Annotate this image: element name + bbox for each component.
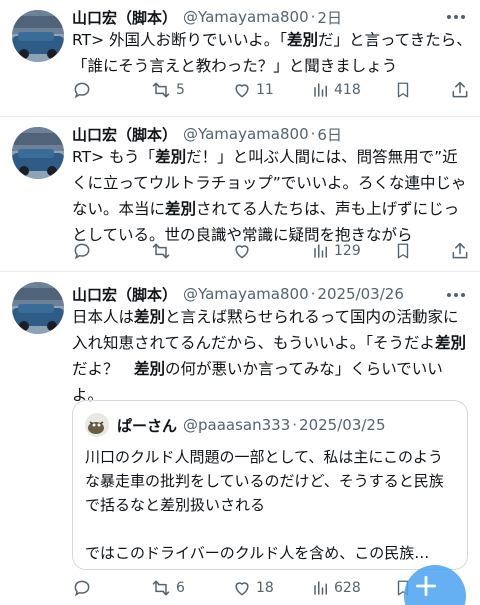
text-segment: だよ？ — [72, 360, 135, 378]
views-count: 628 — [334, 580, 361, 596]
avatar-image — [12, 127, 64, 179]
quoted-paragraph: 川口のクルド人問題の一部として、私は主にこのような暴走車の批判をしているのだけど… — [85, 448, 444, 514]
text-segment: 日本人は — [72, 308, 135, 326]
tweet-text: RT> もう「差別だ！」と叫ぶ人間には、問答無用で”近くに立ってウルトラチョップ… — [72, 144, 472, 248]
separator-dot: · — [310, 8, 316, 26]
more-icon — [447, 293, 451, 297]
retweet-button[interactable] — [150, 241, 176, 261]
like-icon — [235, 245, 249, 259]
like-button[interactable]: 18 — [232, 578, 274, 598]
quoted-paragraph: ではこのドライバーのクルド人を含め、この民族… — [85, 544, 430, 562]
timestamp[interactable]: 2025/03/26 — [317, 285, 403, 303]
share-button[interactable] — [450, 241, 470, 261]
highlighted-term: 差別 — [134, 308, 166, 326]
text-segment: RT> もう「 — [72, 148, 156, 166]
views-icon — [314, 244, 327, 258]
text-segment: RT> 外国人お断りでいいよ。「 — [72, 31, 287, 49]
retweet-icon — [152, 580, 170, 596]
tweet-header: 山口宏（脚本） @Yamayama800 · 6日 — [72, 123, 342, 145]
highlighted-term: 差別 — [165, 200, 197, 218]
reply-button[interactable] — [72, 80, 96, 100]
like-count: 18 — [256, 580, 274, 596]
share-button[interactable] — [450, 80, 470, 100]
author-name[interactable]: 山口宏（脚本） — [72, 124, 177, 145]
like-icon — [235, 84, 249, 98]
tweet-text: RT> 外国人お断りでいいよ。「差別だ」と言ってきたら、「誰にそう言えと教わった… — [72, 27, 472, 79]
bookmark-icon — [397, 82, 409, 98]
highlighted-term: 差別 — [134, 360, 166, 378]
highlighted-term: 差別 — [286, 31, 318, 49]
reply-icon — [74, 580, 90, 597]
avatar[interactable] — [12, 10, 64, 62]
quoted-author-handle[interactable]: @paaasan333 — [183, 416, 290, 434]
like-button[interactable] — [232, 241, 256, 261]
avatar-image — [12, 10, 64, 62]
separator-dot: · — [310, 285, 316, 303]
tweet-text: 日本人は差別と言えば黙らせられるって国内の活動家に入れ知恵されてるんだから、もう… — [72, 304, 472, 408]
bookmark-button[interactable] — [394, 80, 412, 100]
separator-dot: · — [292, 416, 298, 434]
reply-icon — [74, 243, 90, 260]
quoted-author-name[interactable]: ぱーさん — [117, 415, 177, 436]
reply-icon — [74, 82, 90, 99]
views-button[interactable]: 418 — [312, 80, 361, 100]
quoted-timestamp[interactable]: 2025/03/25 — [299, 416, 385, 434]
views-count: 418 — [334, 82, 361, 98]
views-button[interactable]: 129 — [312, 241, 361, 261]
more-icon — [447, 15, 451, 19]
views-icon — [314, 581, 327, 595]
timestamp[interactable]: 6日 — [317, 124, 342, 145]
highlighted-term: 差別 — [435, 334, 467, 352]
avatar[interactable] — [12, 127, 64, 179]
quoted-tweet-header: ぱーさん @paaasan333 · 2025/03/25 — [85, 413, 386, 437]
share-icon — [452, 81, 468, 98]
retweet-icon — [152, 243, 170, 259]
quoted-avatar — [85, 413, 109, 437]
timestamp[interactable]: 2日 — [317, 7, 342, 28]
tweet[interactable]: 山口宏（脚本） @Yamayama800 · 2日 RT> 外国人お断りでいいよ… — [0, 0, 480, 117]
share-icon — [452, 242, 468, 259]
author-handle[interactable]: @Yamayama800 — [183, 125, 309, 143]
like-button[interactable]: 11 — [232, 80, 274, 100]
tweet-header: 山口宏（脚本） @Yamayama800 · 2日 — [72, 6, 342, 28]
avatar-image — [12, 282, 64, 334]
author-name[interactable]: 山口宏（脚本） — [72, 284, 177, 305]
bookmark-button[interactable] — [394, 241, 412, 261]
avatar[interactable] — [12, 282, 64, 334]
views-icon — [314, 83, 327, 97]
retweet-count: 5 — [176, 82, 185, 98]
tweet[interactable]: 山口宏（脚本） @Yamayama800 · 2025/03/26 日本人は差別… — [0, 272, 480, 605]
highlighted-term: 差別 — [155, 148, 187, 166]
views-count: 129 — [334, 243, 361, 259]
tweet-header: 山口宏（脚本） @Yamayama800 · 2025/03/26 — [72, 283, 404, 305]
tweet[interactable]: 山口宏（脚本） @Yamayama800 · 6日 RT> もう「差別だ！」と叫… — [0, 117, 480, 272]
quoted-tweet-text: 川口のクルド人問題の一部として、私は主にこのような暴走車の批判をしているのだけど… — [85, 445, 455, 565]
separator-dot: · — [310, 125, 316, 143]
retweet-count: 6 — [176, 580, 185, 596]
plus-icon — [415, 575, 437, 597]
more-options-button[interactable] — [444, 8, 468, 26]
author-handle[interactable]: @Yamayama800 — [183, 8, 309, 26]
retweet-button[interactable]: 5 — [150, 80, 185, 100]
author-handle[interactable]: @Yamayama800 — [183, 285, 309, 303]
reply-button[interactable] — [72, 241, 96, 261]
tweet-actions: 129 — [72, 239, 472, 263]
quoted-avatar-image — [85, 413, 109, 437]
reply-button[interactable] — [72, 578, 96, 598]
retweet-button[interactable]: 6 — [150, 578, 185, 598]
bookmark-icon — [397, 243, 409, 259]
quoted-tweet[interactable]: ぱーさん @paaasan333 · 2025/03/25 川口のクルド人問題の… — [72, 400, 468, 570]
author-name[interactable]: 山口宏（脚本） — [72, 7, 177, 28]
tweet-actions: 5 11 418 — [72, 78, 472, 102]
like-count: 11 — [256, 82, 274, 98]
retweet-icon — [152, 82, 170, 98]
like-icon — [235, 582, 249, 596]
more-options-button[interactable] — [444, 286, 468, 304]
views-button[interactable]: 628 — [312, 578, 361, 598]
